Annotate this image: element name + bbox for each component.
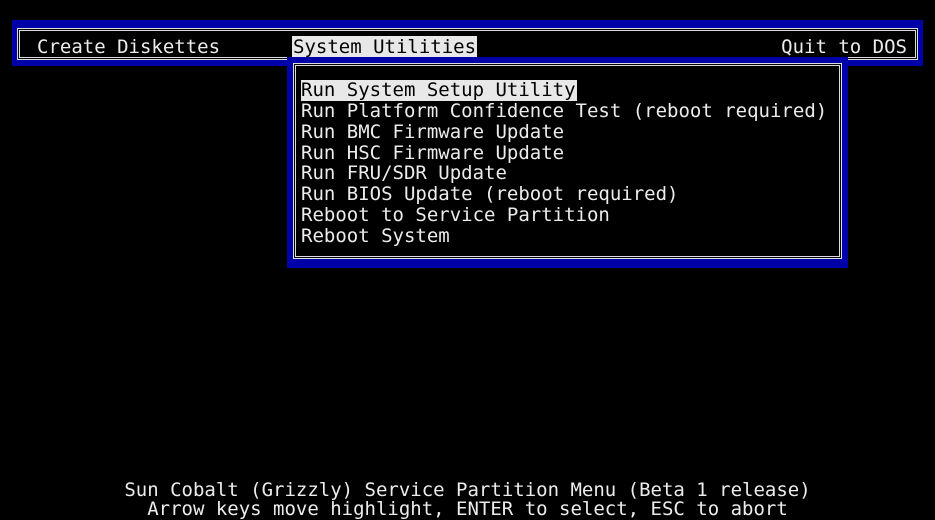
dos-screen: Create Diskettes System Utilities Quit t…	[0, 0, 935, 519]
menu-item-run-bmc-firmware-update[interactable]: Run BMC Firmware Update	[301, 121, 827, 143]
menu-item-run-bios-update[interactable]: Run BIOS Update (reboot required)	[301, 184, 827, 205]
menu-create-diskettes[interactable]: Create Diskettes	[37, 36, 220, 58]
menu-quit-to-dos[interactable]: Quit to DOS	[781, 36, 907, 58]
menu-item-run-hsc-firmware-update[interactable]: Run HSC Firmware Update	[301, 142, 827, 164]
system-utilities-dropdown: Run System Setup Utility Run Platform Co…	[287, 57, 848, 268]
menu-item-run-system-setup-utility[interactable]: Run System Setup Utility	[301, 80, 577, 101]
menu-item-run-fru-sdr-update[interactable]: Run FRU/SDR Update	[301, 163, 827, 184]
footer-title: Sun Cobalt (Grizzly) Service Partition M…	[124, 479, 811, 501]
dropdown-frame: Run System Setup Utility Run Platform Co…	[293, 63, 842, 259]
footer-help: Arrow keys move highlight, ENTER to sele…	[147, 498, 788, 520]
menu-item-run-platform-confidence-test[interactable]: Run Platform Confidence Test (reboot req…	[301, 101, 827, 122]
menu-item-reboot-to-service-partition[interactable]: Reboot to Service Partition	[301, 205, 827, 226]
menu-bar-frame: Create Diskettes System Utilities Quit t…	[17, 28, 918, 60]
menu-item-reboot-system[interactable]: Reboot System	[301, 225, 827, 247]
dropdown-list: Run System Setup Utility Run Platform Co…	[301, 79, 827, 247]
dropdown-row: Run System Setup Utility	[301, 79, 827, 101]
menu-system-utilities[interactable]: System Utilities	[292, 36, 478, 58]
